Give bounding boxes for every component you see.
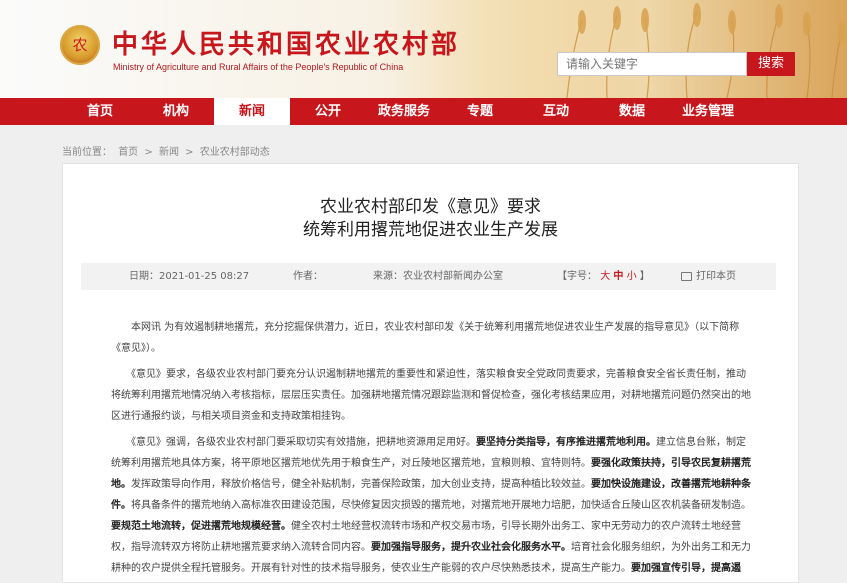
body-text: 《意见》强调，各级农业农村部门要采取切实有效措施，把耕地资源用足用好。 xyxy=(111,437,476,448)
article-title-line1: 农业农村部印发《意见》要求 xyxy=(320,197,541,217)
breadcrumb-separator: > xyxy=(185,147,194,158)
source-label: 来源： xyxy=(373,271,403,282)
font-size-medium[interactable]: 中 xyxy=(613,271,623,282)
article-title-line2: 统筹利用撂荒地促进农业生产发展 xyxy=(303,220,558,240)
site-title[interactable]: 中华人民共和国农业农村部 xyxy=(112,24,460,61)
body-text: 发挥政策导向作用，释放价格信号，健全补贴机制，完善保险政策，加大创业支持，提高种… xyxy=(131,479,591,490)
ministry-emblem-icon: 农 xyxy=(60,25,100,65)
main-nav: 首页 机构 新闻 公开 政务服务 专题 互动 数据 业务管理 xyxy=(0,98,847,125)
body-text: 权，指导流转双方将防止耕地撂荒要求纳入流转合同内容。 xyxy=(111,542,371,553)
nav-item[interactable]: 首页 xyxy=(62,98,138,125)
nav-item[interactable]: 机构 xyxy=(138,98,214,125)
nav-item[interactable]: 新闻 xyxy=(214,98,290,125)
nav-item[interactable]: 数据 xyxy=(594,98,670,125)
emphasis-text: 地。 xyxy=(111,479,131,490)
breadcrumb-prefix: 当前位置： xyxy=(62,147,112,158)
print-label: 打印本页 xyxy=(696,271,736,282)
body-text: 统筹利用撂荒地具体方案，将平原地区撂荒地优先用于粮食生产，对丘陵地区撂荒地，宜粮… xyxy=(111,458,591,469)
nav-item[interactable]: 专题 xyxy=(442,98,518,125)
emphasis-text: 要坚持分类指导，有序推进撂荒地利用。 xyxy=(476,437,656,448)
body-text: 建立信息台账，制定 xyxy=(656,437,746,448)
emblem-glyph: 农 xyxy=(72,36,88,54)
font-size-control: 【字号： 大 中 小 】 xyxy=(557,263,650,290)
font-size-large[interactable]: 大 xyxy=(600,271,610,282)
author-field: 作者： xyxy=(293,263,323,290)
article-meta-bar: 日期：2021-01-25 08:27 作者： 来源：农业农村部新闻办公室 【字… xyxy=(81,263,776,290)
nav-item[interactable]: 业务管理 xyxy=(670,98,746,125)
paragraph-line: 区进行通报约谈，与相关项目资金和支持政策相挂钩。 xyxy=(111,411,351,422)
emphasis-text: 要加强指导服务，提升农业社会化服务水平。 xyxy=(371,542,571,553)
paragraph-line: 权，指导流转双方将防止耕地撂荒要求纳入流转合同内容。要加强指导服务，提升农业社会… xyxy=(111,537,751,558)
article-paragraph: 本网讯 为有效遏制耕地撂荒，充分挖掘保供潜力，近日，农业农村部印发《关于统筹利用… xyxy=(111,317,751,359)
font-size-close: 】 xyxy=(639,271,650,282)
search-button[interactable]: 搜索 xyxy=(747,52,795,76)
date-value: 2021-01-25 08:27 xyxy=(159,271,250,282)
body-text: 培育社会化服务组织，为外出务工和无力 xyxy=(571,542,751,553)
printer-icon xyxy=(681,271,692,281)
paragraph-line: 本网讯 为有效遏制耕地撂荒，充分挖掘保供潜力，近日，农业农村部印发《关于统筹利用… xyxy=(111,322,740,333)
emphasis-text: 件。 xyxy=(111,500,131,511)
date-label: 日期： xyxy=(129,271,159,282)
paragraph-line: 地。发挥政策导向作用，释放价格信号，健全补贴机制，完善保险政策，加大创业支持，提… xyxy=(111,474,751,495)
font-size-small[interactable]: 小 xyxy=(627,271,637,282)
breadcrumb-news[interactable]: 新闻 xyxy=(159,147,179,158)
nav-item[interactable]: 公开 xyxy=(290,98,366,125)
paragraph-line: 将统筹利用撂荒地情况纳入考核指标，层层压实责任。加强耕地撂荒情况跟踪监测和督促检… xyxy=(111,390,751,401)
article-panel: 农业农村部印发《意见》要求 统筹利用撂荒地促进农业生产发展 日期：2021-01… xyxy=(62,163,799,583)
breadcrumb-current[interactable]: 农业农村部动态 xyxy=(200,147,270,158)
body-text: 将具备条件的撂荒地纳入高标准农田建设范围，尽快修复因灾损毁的撂荒地，对撂荒地开展… xyxy=(131,500,751,511)
paragraph-line: 统筹利用撂荒地具体方案，将平原地区撂荒地优先用于粮食生产，对丘陵地区撂荒地，宜粮… xyxy=(111,453,751,474)
source-field: 来源：农业农村部新闻办公室 xyxy=(373,263,503,290)
date-field: 日期：2021-01-25 08:27 xyxy=(129,263,249,290)
search-input[interactable] xyxy=(557,52,747,76)
source-value: 农业农村部新闻办公室 xyxy=(403,271,503,282)
breadcrumb-separator: > xyxy=(144,147,153,158)
site-subtitle: Ministry of Agriculture and Rural Affair… xyxy=(113,62,404,72)
paragraph-line: 《意见》强调，各级农业农村部门要采取切实有效措施，把耕地资源用足用好。要坚持分类… xyxy=(111,432,751,453)
author-label: 作者： xyxy=(293,271,323,282)
article-paragraph: 《意见》要求，各级农业农村部门要充分认识遏制耕地撂荒的重要性和紧迫性，落实粮食安… xyxy=(111,364,751,427)
paragraph-line: 要规范土地流转，促进撂荒地规模经营。健全农村土地经营权流转市场和产权交易市场，引… xyxy=(111,516,751,537)
emphasis-text: 要强化政策扶持，引导农民复耕撂荒 xyxy=(591,458,751,469)
wheat-field-banner xyxy=(447,0,847,98)
paragraph-line: 《意见》要求，各级农业农村部门要充分认识遏制耕地撂荒的重要性和紧迫性，落实粮食安… xyxy=(111,369,746,380)
article-paragraph: 《意见》强调，各级农业农村部门要采取切实有效措施，把耕地资源用足用好。要坚持分类… xyxy=(111,432,751,579)
print-page-button[interactable]: 打印本页 xyxy=(681,263,736,290)
emphasis-text: 要规范土地流转，促进撂荒地规模经营。 xyxy=(111,521,291,532)
body-text: 健全农村土地经营权流转市场和产权交易市场，引导长期外出务工、家中无劳动力的农户流… xyxy=(291,521,741,532)
breadcrumb: 当前位置： 首页 > 新闻 > 农业农村部动态 xyxy=(62,143,273,158)
paragraph-line: 件。将具备条件的撂荒地纳入高标准农田建设范围，尽快修复因灾损毁的撂荒地，对撂荒地… xyxy=(111,495,751,516)
nav-item[interactable]: 政务服务 xyxy=(366,98,442,125)
font-size-label: 【字号： xyxy=(557,271,597,282)
breadcrumb-home[interactable]: 首页 xyxy=(118,147,138,158)
nav-item[interactable]: 互动 xyxy=(518,98,594,125)
emphasis-text: 要加快设施建设，改善撂荒地耕种条 xyxy=(591,479,751,490)
paragraph-line: 《意见》）。 xyxy=(111,343,161,354)
site-header: 农 中华人民共和国农业农村部 Ministry of Agriculture a… xyxy=(0,0,847,98)
